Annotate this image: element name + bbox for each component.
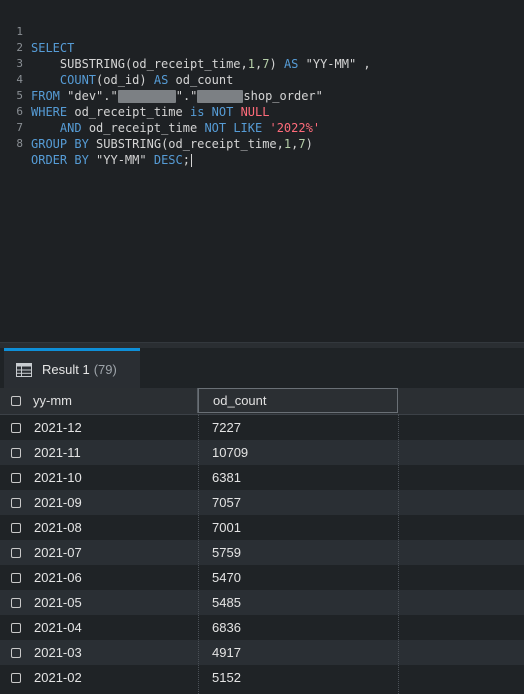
row-checkbox[interactable] (11, 473, 21, 483)
code-line-6: 6 AND od_receipt_time NOT LIKE '2022%' (0, 88, 524, 135)
results-tab-bar: Result 1 (79) (0, 348, 524, 388)
row-count: (79) (93, 362, 117, 377)
row-checkbox[interactable] (11, 498, 21, 508)
table-row[interactable]: 2021-07 5759 (0, 540, 524, 565)
punctuation: ) (305, 137, 313, 151)
table-row[interactable]: 2021-09 7057 (0, 490, 524, 515)
cell-yy-mm[interactable]: 2021-03 (34, 640, 82, 665)
column-divider (398, 414, 399, 694)
cell-yy-mm[interactable]: 2021-11 (34, 440, 81, 465)
grid-body: 2021-12 7227 2021-11 10709 2021-10 6381 2021-0… (0, 415, 524, 690)
function-args: (od_receipt_time, (161, 137, 284, 151)
column-divider (198, 414, 199, 694)
cell-yy-mm[interactable]: 2021-10 (34, 465, 82, 490)
table-row[interactable]: 2021-06 5470 (0, 565, 524, 590)
code-line-4: 4 FROM "dev"." "." shop_order" (0, 56, 524, 103)
grid-header-row: yy-mm od_count (0, 388, 524, 415)
keyword-desc: DESC (153, 153, 183, 167)
number-literal: 7 (298, 137, 306, 151)
column-header-od-count[interactable]: od_count (198, 388, 398, 413)
sql-editor[interactable]: 1 SELECT 2 SUBSTRING(od_receipt_time,1,7… (0, 0, 524, 342)
cell-od-count[interactable]: 6381 (212, 465, 241, 490)
cell-od-count[interactable]: 4917 (212, 640, 241, 665)
tab-label: Result 1 (42, 362, 90, 377)
row-checkbox[interactable] (11, 548, 21, 558)
function-substring: SUBSTRING (96, 137, 162, 151)
row-checkbox[interactable] (11, 623, 21, 633)
cell-yy-mm[interactable]: 2021-02 (34, 665, 82, 690)
cell-od-count[interactable]: 10709 (212, 440, 248, 465)
code-line-1: 1 SELECT (0, 8, 524, 55)
table-row[interactable]: 2021-10 6381 (0, 465, 524, 490)
row-checkbox[interactable] (11, 448, 21, 458)
cell-od-count[interactable]: 5152 (212, 665, 241, 690)
code-area[interactable]: 1 SELECT 2 SUBSTRING(od_receipt_time,1,7… (0, 8, 524, 167)
table-row[interactable]: 2021-08 7001 (0, 515, 524, 540)
row-checkbox[interactable] (11, 523, 21, 533)
results-grid[interactable]: yy-mm od_count 2021-12 7227 2021-11 10709 20… (0, 388, 524, 694)
table-row[interactable]: 2021-04 6836 (0, 615, 524, 640)
row-checkbox[interactable] (11, 673, 21, 683)
cell-od-count[interactable]: 5485 (212, 590, 241, 615)
code-line-8: 8 ORDER BY "YY-MM" DESC; (0, 120, 524, 167)
column-header-yy-mm[interactable]: yy-mm (0, 388, 198, 413)
cell-od-count[interactable]: 7227 (212, 415, 241, 440)
cell-od-count[interactable]: 7001 (212, 515, 241, 540)
row-checkbox[interactable] (11, 598, 21, 608)
line-number: 8 (16, 137, 23, 150)
text-cursor (190, 154, 192, 167)
code-line-7: 7 GROUP BY SUBSTRING(od_receipt_time,1,7… (0, 104, 524, 151)
table-row[interactable]: 2021-12 7227 (0, 415, 524, 440)
cell-od-count[interactable]: 5759 (212, 540, 241, 565)
code-line-5: 5 WHERE od_receipt_time is NOT NULL (0, 72, 524, 119)
cell-yy-mm[interactable]: 2021-07 (34, 540, 82, 565)
cell-yy-mm[interactable]: 2021-09 (34, 490, 82, 515)
cell-yy-mm[interactable]: 2021-12 (34, 415, 82, 440)
cell-yy-mm[interactable]: 2021-08 (34, 515, 82, 540)
cell-od-count[interactable]: 5470 (212, 565, 241, 590)
cell-yy-mm[interactable]: 2021-04 (34, 615, 82, 640)
cell-yy-mm[interactable]: 2021-05 (34, 590, 82, 615)
row-checkbox[interactable] (11, 423, 21, 433)
cell-od-count[interactable]: 6836 (212, 615, 241, 640)
row-checkbox[interactable] (11, 648, 21, 658)
column-alias: "YY-MM" (96, 153, 147, 167)
code-line-3: 3 COUNT(od_id) AS od_count (0, 40, 524, 87)
table-row[interactable]: 2021-03 4917 (0, 640, 524, 665)
punctuation: ; (182, 153, 190, 167)
row-checkbox[interactable] (11, 573, 21, 583)
cell-yy-mm[interactable]: 2021-06 (34, 565, 82, 590)
table-grid-icon (16, 362, 32, 377)
code-line-2: 2 SUBSTRING(od_receipt_time,1,7) AS "YY-… (0, 24, 524, 71)
table-row[interactable]: 2021-11 10709 (0, 440, 524, 465)
table-row[interactable]: 2021-05 5485 (0, 590, 524, 615)
table-row[interactable]: 2021-02 5152 (0, 665, 524, 690)
cell-od-count[interactable]: 7057 (212, 490, 241, 515)
tab-result-1[interactable]: Result 1 (79) (4, 348, 140, 388)
keyword-order-by: ORDER BY (31, 153, 89, 167)
